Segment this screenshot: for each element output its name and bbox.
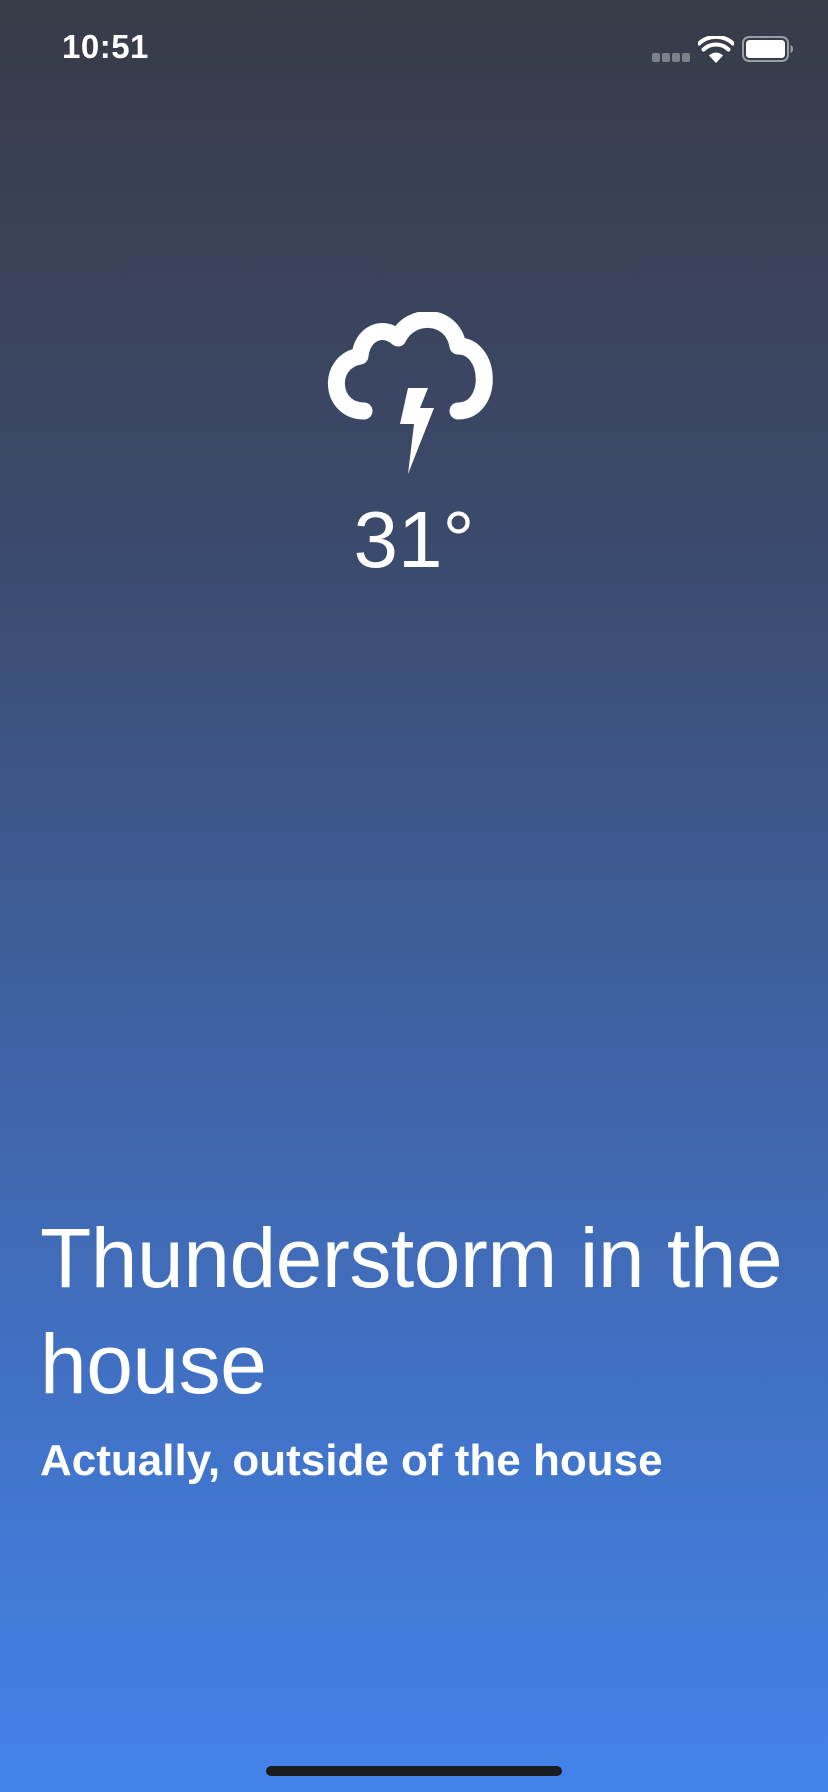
weather-screen: 10:51 31° Thunderstorm in the house Actu… bbox=[0, 0, 828, 1792]
battery-icon bbox=[742, 36, 793, 62]
status-time: 10:51 bbox=[62, 28, 149, 65]
wifi-icon bbox=[698, 36, 734, 63]
status-bar: 10:51 bbox=[0, 0, 828, 100]
signal-icon bbox=[652, 53, 692, 62]
subheadline: Actually, outside of the house bbox=[40, 1436, 663, 1485]
headline: Thunderstorm in the house bbox=[40, 1211, 783, 1411]
thunderstorm-icon bbox=[327, 312, 493, 474]
home-indicator[interactable] bbox=[266, 1766, 562, 1776]
temperature: 31° bbox=[353, 495, 475, 584]
